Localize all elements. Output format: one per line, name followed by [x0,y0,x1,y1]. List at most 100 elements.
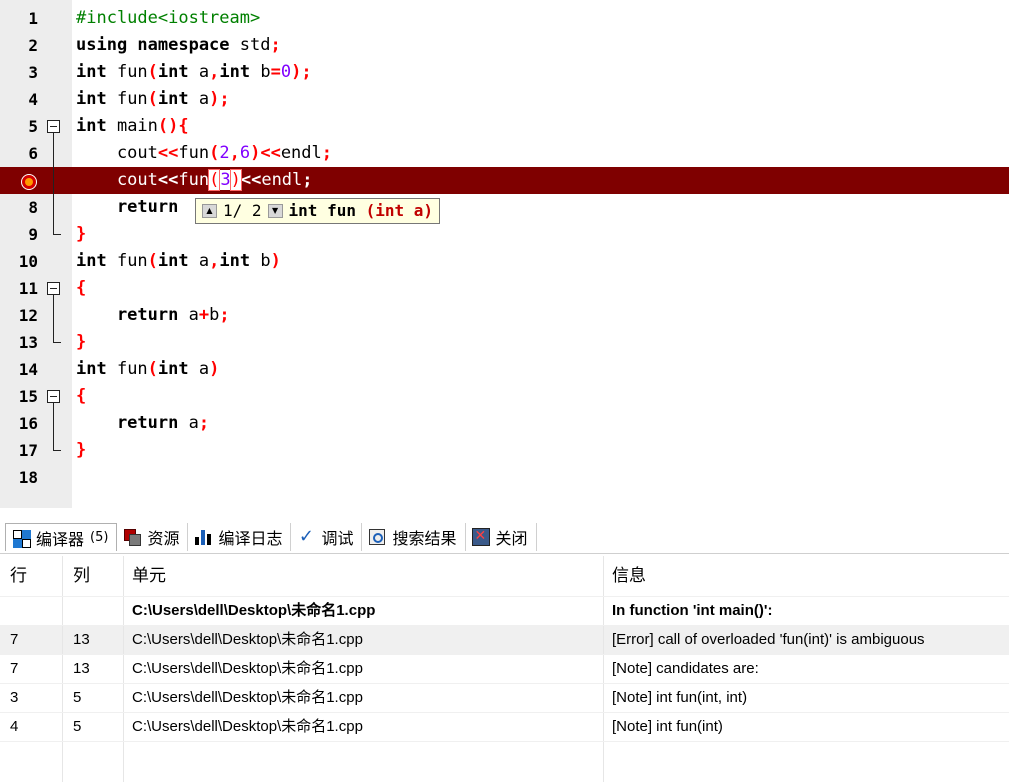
code-line[interactable]: 6 cout<<fun(2,6)<<endl; [0,140,1009,167]
line-number[interactable]: 12 [0,302,38,329]
code-line[interactable]: 14 int fun(int a) [0,356,1009,383]
header-line[interactable]: 行 [0,556,63,596]
code-token: ( [147,89,158,109]
code-line[interactable]: 18 [0,464,1009,491]
tab-label: 调试 [321,529,354,548]
code-line[interactable]: 12 return a+b; [0,302,1009,329]
code-line[interactable]: 5 int main(){ [0,113,1009,140]
code-token: int [157,359,189,379]
tab-1[interactable]: 资源 [117,523,189,551]
line-number[interactable]: 17 [0,437,38,464]
code-token: a [188,62,210,82]
code-line[interactable]: 10 int fun(int a,int b) [0,248,1009,275]
cell-unit: C:\Users\dell\Desktop\未命名1.cpp [124,626,604,654]
fold-collapse-icon[interactable] [44,275,64,302]
code-token: using namespace [76,35,230,55]
code-token: << [240,170,262,190]
line-number[interactable]: 2 [0,32,38,59]
line-number[interactable]: 15 [0,383,38,410]
tab-label: 资源 [147,529,180,548]
code-token: cout [76,170,158,190]
line-number[interactable]: 3 [0,59,38,86]
table-row[interactable]: 3 5 C:\Users\dell\Desktop\未命名1.cpp [Note] i… [0,684,1009,713]
code-text: } [76,437,86,464]
cell-line: 4 [0,713,63,741]
code-line[interactable]: 15 { [0,383,1009,410]
line-number[interactable]: 18 [0,464,38,491]
code-line[interactable]: 9} [0,221,1009,248]
table-row[interactable]: 7 13 C:\Users\dell\Desktop\未命名1.cpp [Note] … [0,655,1009,684]
code-token: 6 [239,143,251,163]
code-token: fun [106,359,148,379]
code-token: return [76,305,179,325]
code-text: cout<<fun(3)<<endl; [76,167,313,194]
code-token: endl [280,143,322,163]
code-token: ( [147,359,158,379]
table-row[interactable]: 4 5 C:\Users\dell\Desktop\未命名1.cpp [Note] i… [0,713,1009,742]
line-number[interactable]: 13 [0,329,38,356]
header-column[interactable]: 列 [63,556,124,596]
header-unit[interactable]: 单元 [124,556,604,596]
code-token: ; [219,305,230,325]
compiler-grid-icon [12,529,31,548]
line-number[interactable]: 1 [0,5,38,32]
code-line[interactable]: 11 { [0,275,1009,302]
cell-line: 7 [0,655,63,683]
code-line[interactable]: 4 int fun(int a); [0,86,1009,113]
code-token: a [188,89,210,109]
cell-info: [Error] call of overloaded 'fun(int)' is… [612,631,925,648]
debug-check-icon: ✓ [298,526,315,547]
code-token: int [76,116,107,136]
code-token: int [76,89,107,109]
line-number[interactable]: 9 [0,221,38,248]
signature-hint-tooltip: ▲ 1/ 2 ▼ int fun (int a) [195,198,441,224]
tab-3[interactable]: ✓ 调试 [291,523,363,551]
tab-4[interactable]: 搜索结果 [362,523,466,551]
code-token: int [157,89,189,109]
line-number[interactable]: 5 [0,113,38,140]
code-token: return [76,197,179,217]
table-empty-row [0,742,1009,782]
code-line[interactable]: 17} [0,437,1009,464]
line-number[interactable]: 11 [0,275,38,302]
code-text: } [76,221,86,248]
fold-collapse-icon[interactable] [44,113,64,140]
line-number[interactable]: 14 [0,356,38,383]
table-row[interactable]: C:\Users\dell\Desktop\未命名1.cpp In functio… [0,597,1009,626]
breakpoint-line[interactable]: cout<<fun(3)<<endl; [0,167,1009,194]
code-text: return [76,194,178,221]
code-line[interactable]: 13} [0,329,1009,356]
code-token: + [198,305,210,325]
code-line[interactable]: 1 #include<iostream> [0,5,1009,32]
code-text: return a+b; [76,302,230,329]
cell-info: [Note] candidates are: [612,660,759,677]
code-line[interactable]: 8 return [0,194,1009,221]
code-line[interactable]: 2 using namespace std; [0,32,1009,59]
previous-overload-icon[interactable]: ▲ [202,204,217,218]
line-number[interactable]: 16 [0,410,38,437]
code-line[interactable]: 16 return a; [0,410,1009,437]
tab-5[interactable]: 关闭 [466,523,537,551]
code-token: ( [147,251,158,271]
tab-2[interactable]: 编译日志 [188,523,292,551]
code-text: cout<<fun(2,6)<<endl; [76,140,332,167]
line-number[interactable]: 4 [0,86,38,113]
tab-label: 关闭 [495,529,528,548]
code-token: endl [261,170,303,190]
line-number[interactable]: 8 [0,194,38,221]
next-overload-icon[interactable]: ▼ [267,204,283,218]
code-text: #include<iostream> [76,5,260,32]
header-info[interactable]: 信息 [604,556,1009,596]
breakpoint-error-icon[interactable] [21,174,37,190]
code-token: int [157,251,189,271]
fold-collapse-icon[interactable] [44,383,64,410]
code-token: int [76,359,107,379]
code-line[interactable]: 3 int fun(int a,int b=0); [0,59,1009,86]
line-number[interactable]: 10 [0,248,38,275]
line-number[interactable]: 6 [0,140,38,167]
table-row[interactable]: 7 13 C:\Users\dell\Desktop\未命名1.cpp [Error]… [0,626,1009,655]
cell-unit: C:\Users\dell\Desktop\未命名1.cpp [124,713,604,741]
fold-line [44,302,64,329]
tab-0[interactable]: 编译器 (5) [5,523,118,551]
code-editor[interactable]: 1 #include<iostream> 2 using namespace std;… [0,0,1009,508]
